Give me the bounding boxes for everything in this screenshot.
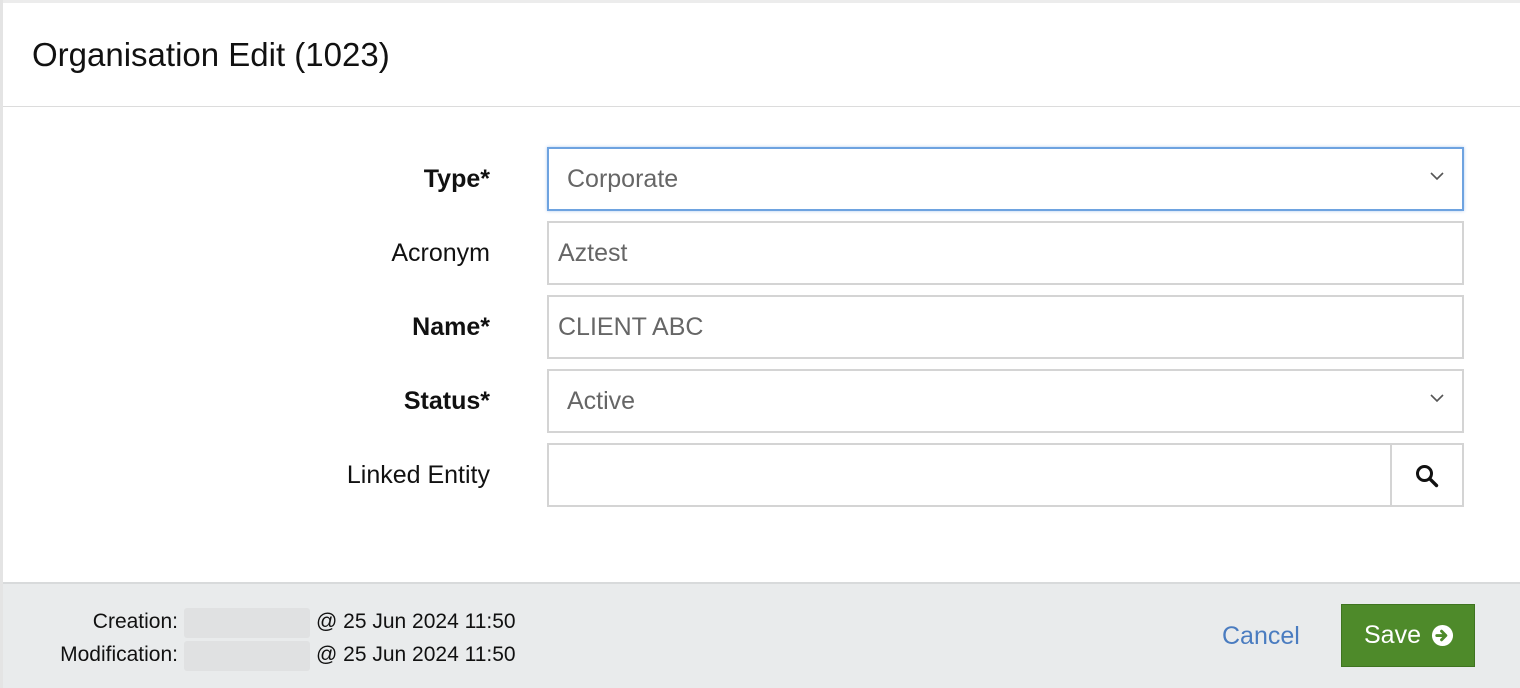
creation-label: Creation: (92, 610, 178, 633)
linked-entity-row: Linked Entity (3, 443, 1520, 507)
modification-user-redacted (184, 641, 310, 671)
acronym-row: Acronym Aztest (3, 221, 1520, 285)
creation-date: @ 25 Jun 2024 11:50 (316, 610, 516, 633)
arrow-circle-right-icon (1431, 624, 1454, 647)
acronym-label: Acronym (391, 239, 490, 267)
linked-entity-label: Linked Entity (346, 461, 490, 489)
status-select[interactable]: Active (547, 369, 1464, 433)
search-icon (1416, 465, 1439, 488)
save-label: Save (1364, 621, 1421, 649)
modification-date: @ 25 Jun 2024 11:50 (316, 643, 516, 666)
modal-title: Organisation Edit (1023) (32, 36, 390, 73)
organisation-edit-modal: Organisation Edit (1023) Type* Corporate… (0, 0, 1520, 688)
status-row: Status* Active (3, 369, 1520, 433)
acronym-input[interactable]: Aztest (547, 221, 1464, 285)
name-input[interactable]: CLIENT ABC (547, 295, 1464, 359)
status-label: Status* (403, 387, 490, 415)
modal-header: Organisation Edit (1023) (3, 3, 1520, 107)
creation-audit: Creation: @ 25 Jun 2024 11:50 (3, 606, 703, 638)
modification-label: Modification: (60, 643, 178, 666)
name-label: Name* (412, 313, 490, 341)
modal-footer: Creation: @ 25 Jun 2024 11:50 Modificati… (3, 582, 1520, 688)
chevron-down-icon (1430, 172, 1444, 181)
save-button[interactable]: Save (1341, 604, 1475, 667)
acronym-value: Aztest (558, 239, 628, 267)
type-row: Type* Corporate (3, 147, 1520, 211)
type-select[interactable]: Corporate (547, 147, 1464, 211)
modification-audit: Modification: @ 25 Jun 2024 11:50 (3, 639, 703, 671)
name-value: CLIENT ABC (558, 313, 704, 341)
linked-entity-input[interactable] (547, 443, 1464, 507)
type-selected-value: Corporate (567, 165, 679, 193)
chevron-down-icon (1430, 394, 1444, 403)
name-row: Name* CLIENT ABC (3, 295, 1520, 359)
cancel-button[interactable]: Cancel (1222, 618, 1300, 654)
type-label: Type* (423, 165, 490, 193)
creation-user-redacted (184, 608, 310, 638)
status-selected-value: Active (567, 387, 636, 415)
linked-entity-search-button[interactable] (1390, 445, 1462, 505)
